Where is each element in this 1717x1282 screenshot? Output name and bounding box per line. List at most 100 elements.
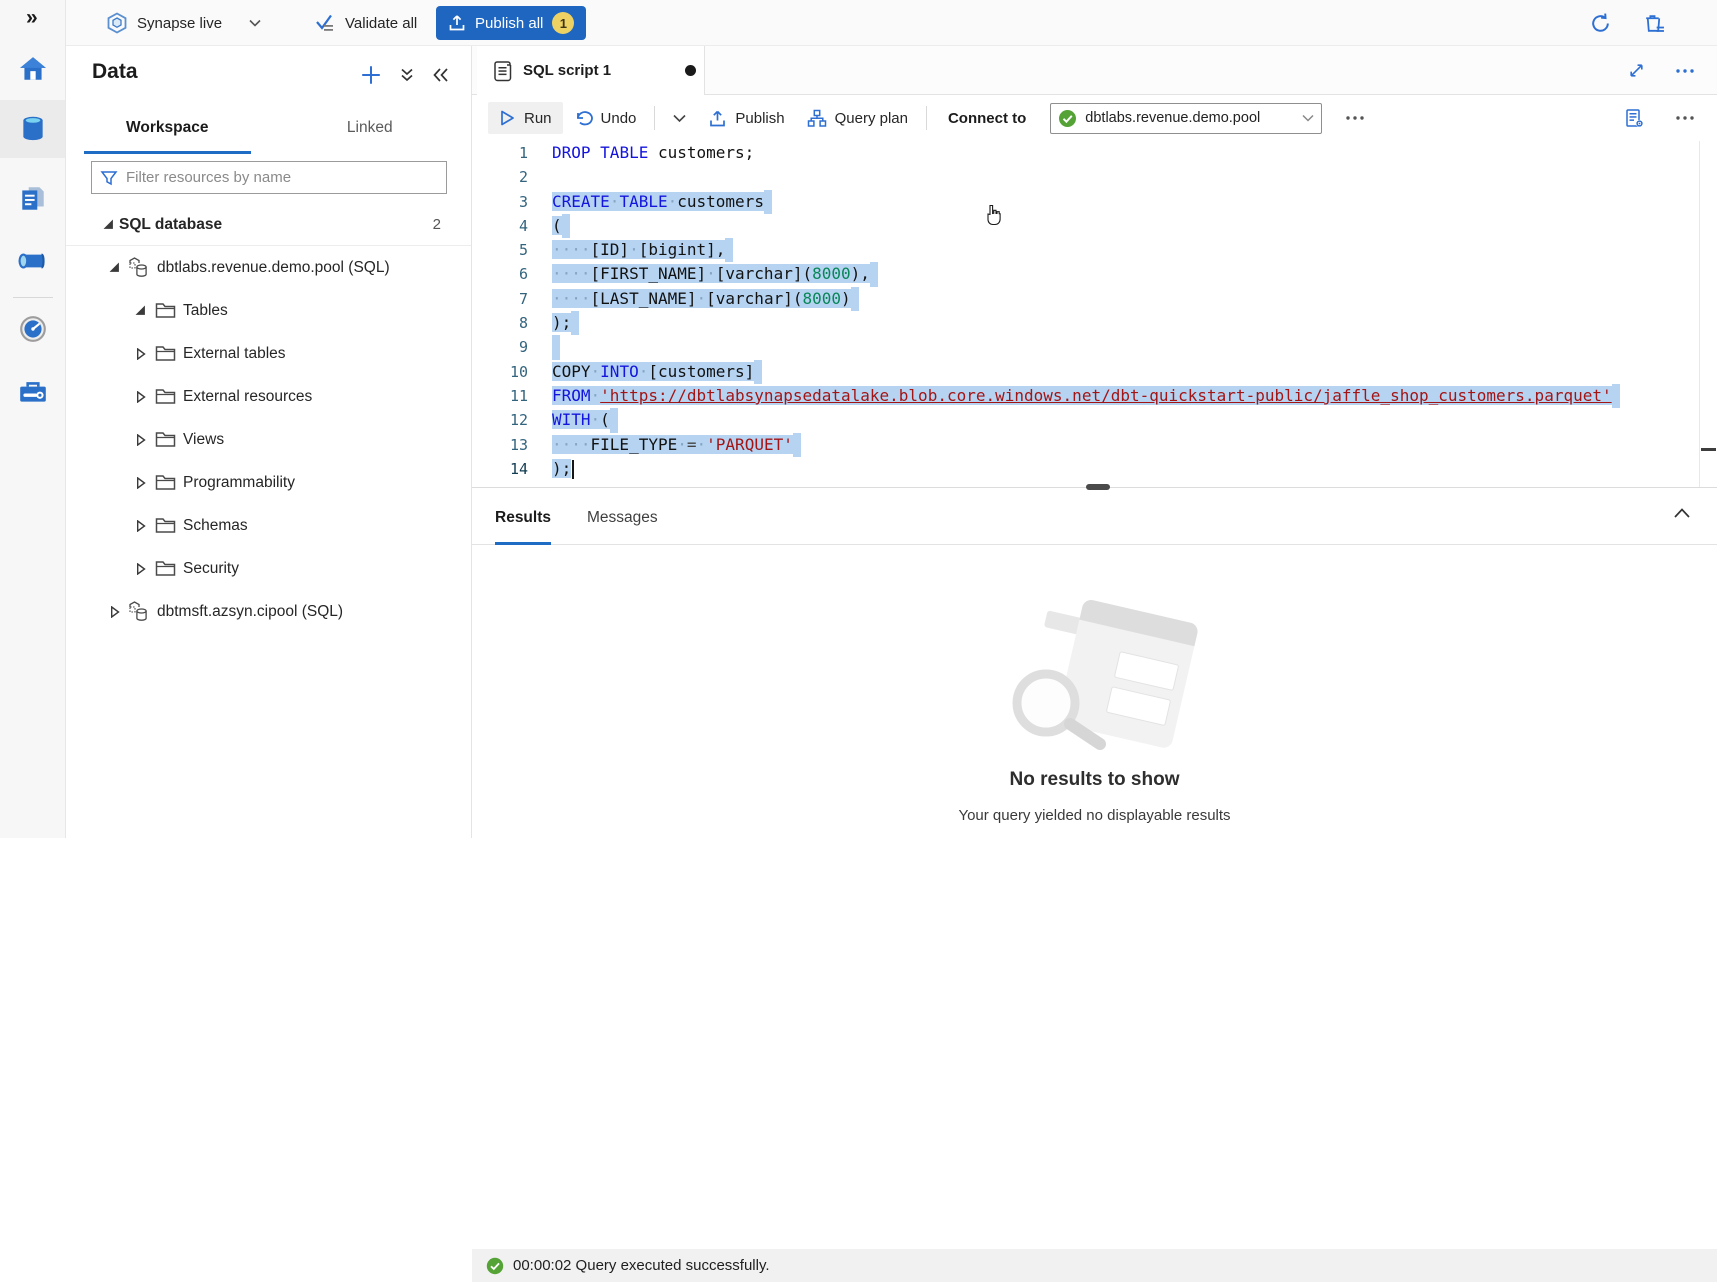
tree-item-label: SQL database [119,216,222,234]
line-number: 12 [472,408,528,432]
nav-home[interactable] [0,40,65,98]
tab-more-icon[interactable] [1675,68,1695,74]
tree-collapsed-icon[interactable] [136,477,146,489]
folder-icon [155,560,176,577]
tree-collapsed-icon[interactable] [136,563,146,575]
chevron-down-icon [1302,114,1314,122]
tab-linked[interactable]: Linked [287,108,454,154]
collapse-all-icon[interactable] [399,67,415,83]
toolbox-icon [17,377,49,407]
tab-results[interactable]: Results [495,493,551,545]
nav-monitor[interactable] [0,300,65,358]
publish-label: Publish [735,110,784,127]
publish-all-button[interactable]: Publish all 1 [436,6,586,40]
text-caret [572,460,574,479]
run-options-chevron[interactable] [662,107,697,130]
tree-collapsed-icon[interactable] [136,520,146,532]
collapse-results-icon[interactable] [1673,507,1691,519]
folder-icon [155,431,176,448]
query-status-text: 00:00:02 Query executed successfully. [513,1257,770,1274]
expand-editor-icon[interactable] [1628,62,1645,79]
tree-item-security[interactable]: Security [66,547,471,590]
line-number: 14 [472,457,528,481]
topbar-right-icons [1589,0,1665,46]
add-resource-icon[interactable] [360,64,382,86]
tree-collapsed-icon[interactable] [136,348,146,360]
publish-icon [448,14,466,32]
tab-workspace[interactable]: Workspace [84,108,251,154]
code-line-10: 10COPY·INTO·[customers] [472,360,1717,384]
database-icon [18,114,48,144]
sql-pool-icon [128,257,150,278]
nav-develop[interactable] [0,170,65,228]
nav-manage[interactable] [0,363,65,421]
query-plan-button[interactable]: Query plan [796,102,919,135]
folder-icon [155,474,176,491]
tree-item-external-tables[interactable]: External tables [66,332,471,375]
undo-button[interactable]: Undo [563,102,648,134]
refresh-icon[interactable] [1589,12,1612,35]
discard-trash-icon[interactable] [1642,12,1665,35]
tree-item-schemas[interactable]: Schemas [66,504,471,547]
tree-item-dbtlabs-revenue-demo-pool-sql[interactable]: dbtlabs.revenue.demo.pool (SQL) [66,246,471,289]
properties-icon[interactable] [1624,108,1645,129]
tree-expanded-icon[interactable] [103,219,114,230]
sql-pool-icon [128,601,150,622]
validate-all-label: Validate all [345,15,417,32]
code-line-14: 14); [472,457,1717,481]
tree-item-label: Views [183,431,224,449]
tree-item-label: Security [183,560,239,578]
code-line-3: 3CREATE·TABLE·customers [472,190,1717,214]
tree-item-programmability[interactable]: Programmability [66,461,471,504]
filter-resources-input[interactable] [126,169,438,186]
tree-item-external-resources[interactable]: External resources [66,375,471,418]
line-number: 3 [472,190,528,214]
folder-icon [155,302,176,319]
line-number: 7 [472,287,528,311]
results-tabs: Results Messages [472,493,1717,545]
tree-item-tables[interactable]: Tables [66,289,471,332]
splitter-handle[interactable] [1086,484,1110,490]
develop-icon [18,184,48,214]
line-number: 10 [472,360,528,384]
tree-expanded-icon[interactable] [135,305,146,316]
tree-item-dbtmsft-azsyn-cipool-sql[interactable]: dbtmsft.azsyn.cipool (SQL) [66,590,471,633]
code-line-4: 4( [472,214,1717,238]
tab-sql-script-1[interactable]: SQL script 1 [477,46,705,95]
mode-switcher[interactable]: Synapse live [106,0,261,46]
tree-item-views[interactable]: Views [66,418,471,461]
gauge-icon [18,314,48,344]
connected-pool-name: dbtlabs.revenue.demo.pool [1085,110,1294,126]
tree-expanded-icon[interactable] [109,262,120,273]
results-panel: Results Messages No results to show Your… [472,493,1717,802]
connect-pool-select[interactable]: dbtlabs.revenue.demo.pool [1050,103,1322,134]
publish-button[interactable]: Publish [697,102,795,135]
mode-label: Synapse live [137,15,222,32]
publish-all-label: Publish all [475,15,543,32]
tree-collapsed-icon[interactable] [136,434,146,446]
tree-item-sql-database[interactable]: SQL database2 [66,203,471,246]
success-check-icon [486,1257,504,1275]
collapse-panel-icon[interactable] [432,67,449,83]
run-button[interactable]: Run [488,102,563,134]
editor-toolbar: Run Undo Publish [472,95,1717,141]
publish-doc-icon [708,109,727,128]
scrollbar-thumb[interactable] [1701,448,1716,451]
tree-collapsed-icon[interactable] [110,606,120,618]
line-number: 9 [472,335,528,359]
toolbar-more-button[interactable] [1334,108,1376,128]
tab-messages[interactable]: Messages [587,493,658,545]
line-number: 13 [472,433,528,457]
sql-code-editor[interactable]: 1DROP TABLE customers;23CREATE·TABLE·cus… [472,141,1717,487]
nav-data[interactable] [0,100,65,158]
expand-rail-icon[interactable]: » [26,6,38,30]
resource-tree: SQL database2dbtlabs.revenue.demo.pool (… [66,203,471,633]
nav-integrate[interactable] [0,232,65,290]
pipeline-icon [17,246,49,276]
validate-all-button[interactable]: Validate all [314,0,417,46]
top-command-bar: Synapse live Validate all Publish all 1 [66,0,1717,46]
tree-collapsed-icon[interactable] [136,391,146,403]
code-line-1: 1DROP TABLE customers; [472,141,1717,165]
editor-more-icon[interactable] [1675,115,1695,121]
line-number: 1 [472,141,528,165]
